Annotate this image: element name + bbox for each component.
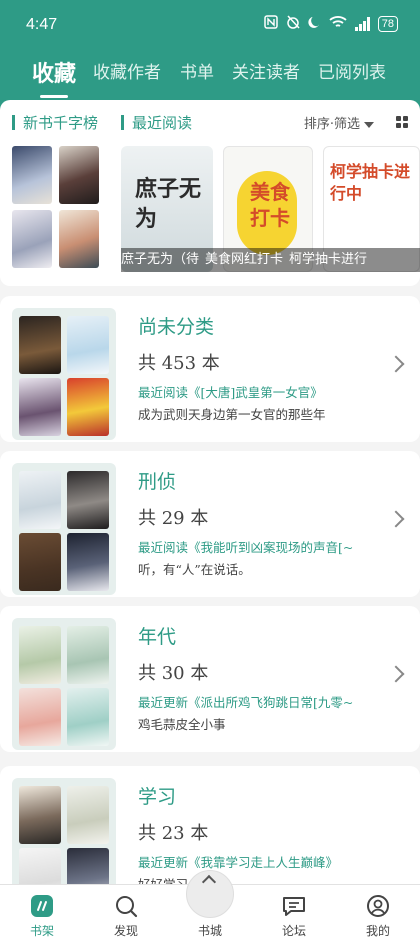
rank-book-cover[interactable] — [59, 146, 99, 204]
signal-icon — [354, 17, 370, 31]
shelf-overview-card: 新书千字榜 最近阅读 排序·筛选 庶子无为 美食打卡 柯学抽卡进行中 庶子无为（… — [0, 100, 420, 286]
wifi-icon — [329, 15, 347, 33]
nav-label: 书架 — [29, 924, 54, 938]
category-thumbnails — [12, 463, 116, 595]
nav-forum[interactable]: 论坛 — [264, 893, 324, 939]
bookshelf-icon — [31, 895, 53, 917]
chevron-right-icon[interactable] — [387, 355, 405, 373]
nav-bookshelf[interactable]: 书架 — [12, 893, 72, 939]
new-books-rank-label: 新书千字榜 — [23, 114, 99, 132]
category-count: 共 23 本 — [138, 823, 209, 844]
chevron-right-icon[interactable] — [387, 665, 405, 683]
book-thumb — [19, 786, 61, 844]
category-recent-book: 最近更新《我靠学习走上人生巅峰》 — [138, 855, 339, 870]
category-name: 刑侦 — [138, 471, 177, 493]
status-time: 4:47 — [26, 16, 58, 33]
battery-icon: 78 — [377, 16, 398, 32]
book-thumb — [67, 378, 109, 436]
category-card[interactable]: 年代 共 30 本 最近更新《派出所鸡飞狗跳日常[九零~ 鸡毛蒜皮全小事 — [0, 606, 420, 752]
recent-reading-link[interactable]: 最近阅读 — [121, 112, 192, 133]
sort-filter-button[interactable]: 排序·筛选 — [304, 113, 374, 132]
book-thumb — [67, 471, 109, 529]
cover-title: 庶子无为 — [135, 176, 202, 232]
category-count: 共 29 本 — [138, 508, 209, 529]
book-thumb — [19, 626, 61, 684]
category-name: 尚未分类 — [138, 316, 215, 338]
book-thumb — [19, 688, 61, 746]
cover-title: 美食打卡 — [250, 180, 290, 230]
nfc-icon — [264, 15, 278, 33]
nav-label: 书城 — [197, 924, 222, 938]
status-bar: 4:47 78 — [0, 0, 420, 44]
chevron-right-icon[interactable] — [387, 510, 405, 528]
nav-discover[interactable]: 发现 — [96, 893, 156, 939]
book-thumb — [67, 626, 109, 684]
tab-favorites[interactable]: 收藏 — [32, 56, 76, 98]
grid-view-icon[interactable] — [396, 116, 408, 128]
top-tabs: 收藏 收藏作者 书单 关注读者 已阅列表 — [0, 58, 420, 98]
category-name: 年代 — [138, 626, 177, 648]
category-count: 共 30 本 — [138, 663, 209, 684]
status-icons: 78 — [264, 15, 398, 33]
caret-down-icon — [364, 121, 374, 128]
book-thumb — [19, 378, 61, 436]
recent-reading-label: 最近阅读 — [132, 114, 193, 132]
category-recent-book: 最近更新《派出所鸡飞狗跳日常[九零~ — [138, 695, 354, 710]
book-thumb — [67, 533, 109, 591]
category-card[interactable]: 尚未分类 共 453 本 最近阅读《[大唐]武皇第一女官》 成为武则天身边第一女… — [0, 296, 420, 442]
cover-caption: 庶子无为（待 — [121, 252, 200, 267]
sort-filter-label: 排序·筛选 — [303, 117, 360, 132]
chat-icon — [283, 897, 305, 916]
search-icon — [116, 896, 138, 918]
nav-profile[interactable]: 我的 — [348, 893, 408, 939]
recent-captions: 庶子无为（待 美食网红打卡 柯学抽卡进行 — [121, 248, 420, 272]
book-thumb — [67, 786, 109, 844]
category-recent-book: 最近阅读《我能听到凶案现场的声音[~ — [138, 540, 354, 555]
cover-caption: 柯学抽卡进行 — [289, 252, 368, 267]
category-description: 听，有“人”在说话。 — [138, 562, 251, 577]
book-thumb — [19, 533, 61, 591]
moon-icon — [308, 16, 321, 33]
nav-label: 发现 — [113, 924, 138, 938]
cover-title: 柯学抽卡进行中 — [330, 162, 411, 203]
new-books-rank-link[interactable]: 新书千字榜 — [12, 112, 98, 133]
rank-book-cover[interactable] — [12, 210, 52, 268]
nav-label: 论坛 — [281, 924, 306, 938]
alarm-off-icon — [286, 15, 300, 33]
book-thumb — [19, 316, 61, 374]
category-recent-book: 最近阅读《[大唐]武皇第一女官》 — [138, 385, 323, 400]
user-icon — [367, 895, 389, 917]
book-thumb — [67, 688, 109, 746]
tab-book-lists[interactable]: 书单 — [180, 58, 214, 83]
tab-read-list[interactable]: 已阅列表 — [318, 58, 386, 83]
rank-book-cover[interactable] — [12, 146, 52, 204]
category-count: 共 453 本 — [138, 353, 220, 374]
tab-followed-readers[interactable]: 关注读者 — [232, 58, 300, 83]
category-name: 学习 — [138, 786, 177, 808]
category-description: 鸡毛蒜皮全小事 — [138, 717, 226, 732]
cover-caption: 美食网红打卡 — [205, 252, 284, 267]
category-thumbnails — [12, 308, 116, 440]
book-thumb — [19, 471, 61, 529]
rank-book-cover[interactable] — [59, 210, 99, 268]
category-thumbnails — [12, 618, 116, 750]
book-thumb — [67, 316, 109, 374]
nav-label: 我的 — [365, 924, 390, 938]
category-card[interactable]: 刑侦 共 29 本 最近阅读《我能听到凶案现场的声音[~ 听，有“人”在说话。 — [0, 451, 420, 597]
tab-favorite-authors[interactable]: 收藏作者 — [93, 58, 161, 83]
category-description: 成为武则天身边第一女官的那些年 — [138, 407, 326, 422]
